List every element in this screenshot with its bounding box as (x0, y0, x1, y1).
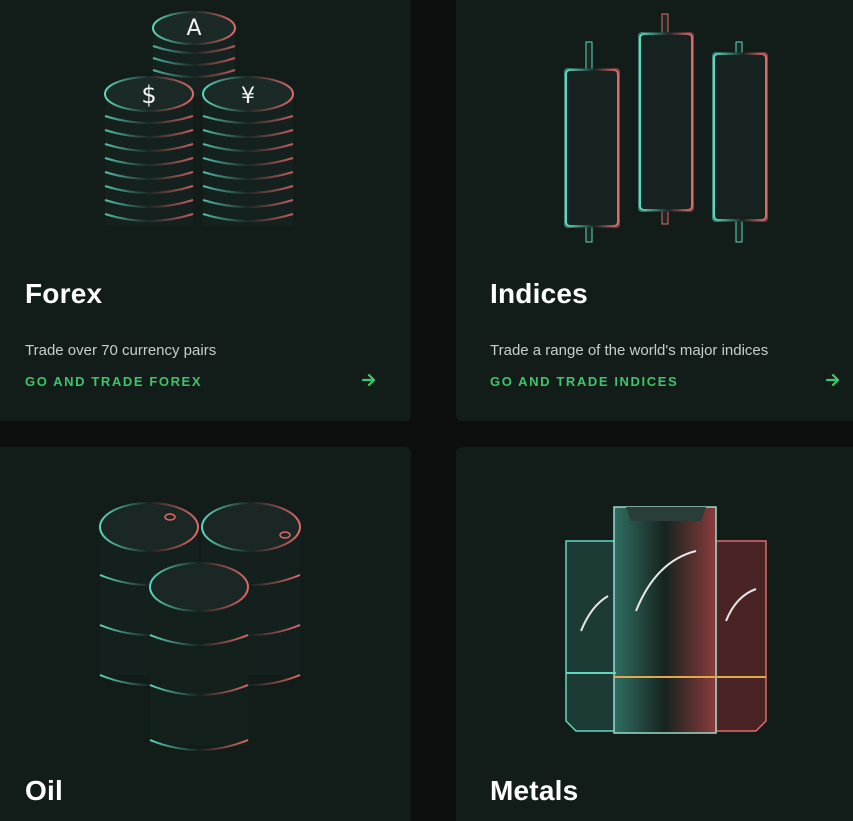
yen-symbol-icon: ¥ (241, 84, 255, 109)
candlestick-illustration (564, 13, 768, 243)
forex-symbol-icon: A (186, 16, 201, 41)
arrow-right-icon[interactable] (361, 372, 377, 388)
oil-card[interactable]: Oil (0, 447, 411, 821)
metal-bars-illustration (565, 506, 767, 734)
card-title: Indices (490, 278, 588, 309)
oil-barrels-illustration (99, 502, 301, 751)
card-title: Metals (490, 775, 579, 806)
metals-card[interactable]: Metals (456, 447, 853, 821)
arrow-right-icon[interactable] (825, 372, 841, 388)
indices-card[interactable]: Indices Trade a range of the world's maj… (456, 0, 853, 421)
card-description: Trade over 70 currency pairs (25, 342, 217, 359)
trade-forex-link[interactable]: GO AND TRADE FOREX (25, 374, 202, 389)
trade-indices-link[interactable]: GO AND TRADE INDICES (490, 374, 678, 389)
dollar-symbol-icon: $ (141, 81, 156, 109)
forex-card[interactable]: A $ ¥ Forex Trade over 70 currency pairs… (0, 0, 411, 421)
card-description: Trade a range of the world's major indic… (490, 342, 769, 359)
card-title: Forex (25, 278, 103, 309)
coin-stacks-illustration: A $ ¥ (104, 11, 294, 226)
card-title: Oil (25, 775, 63, 806)
